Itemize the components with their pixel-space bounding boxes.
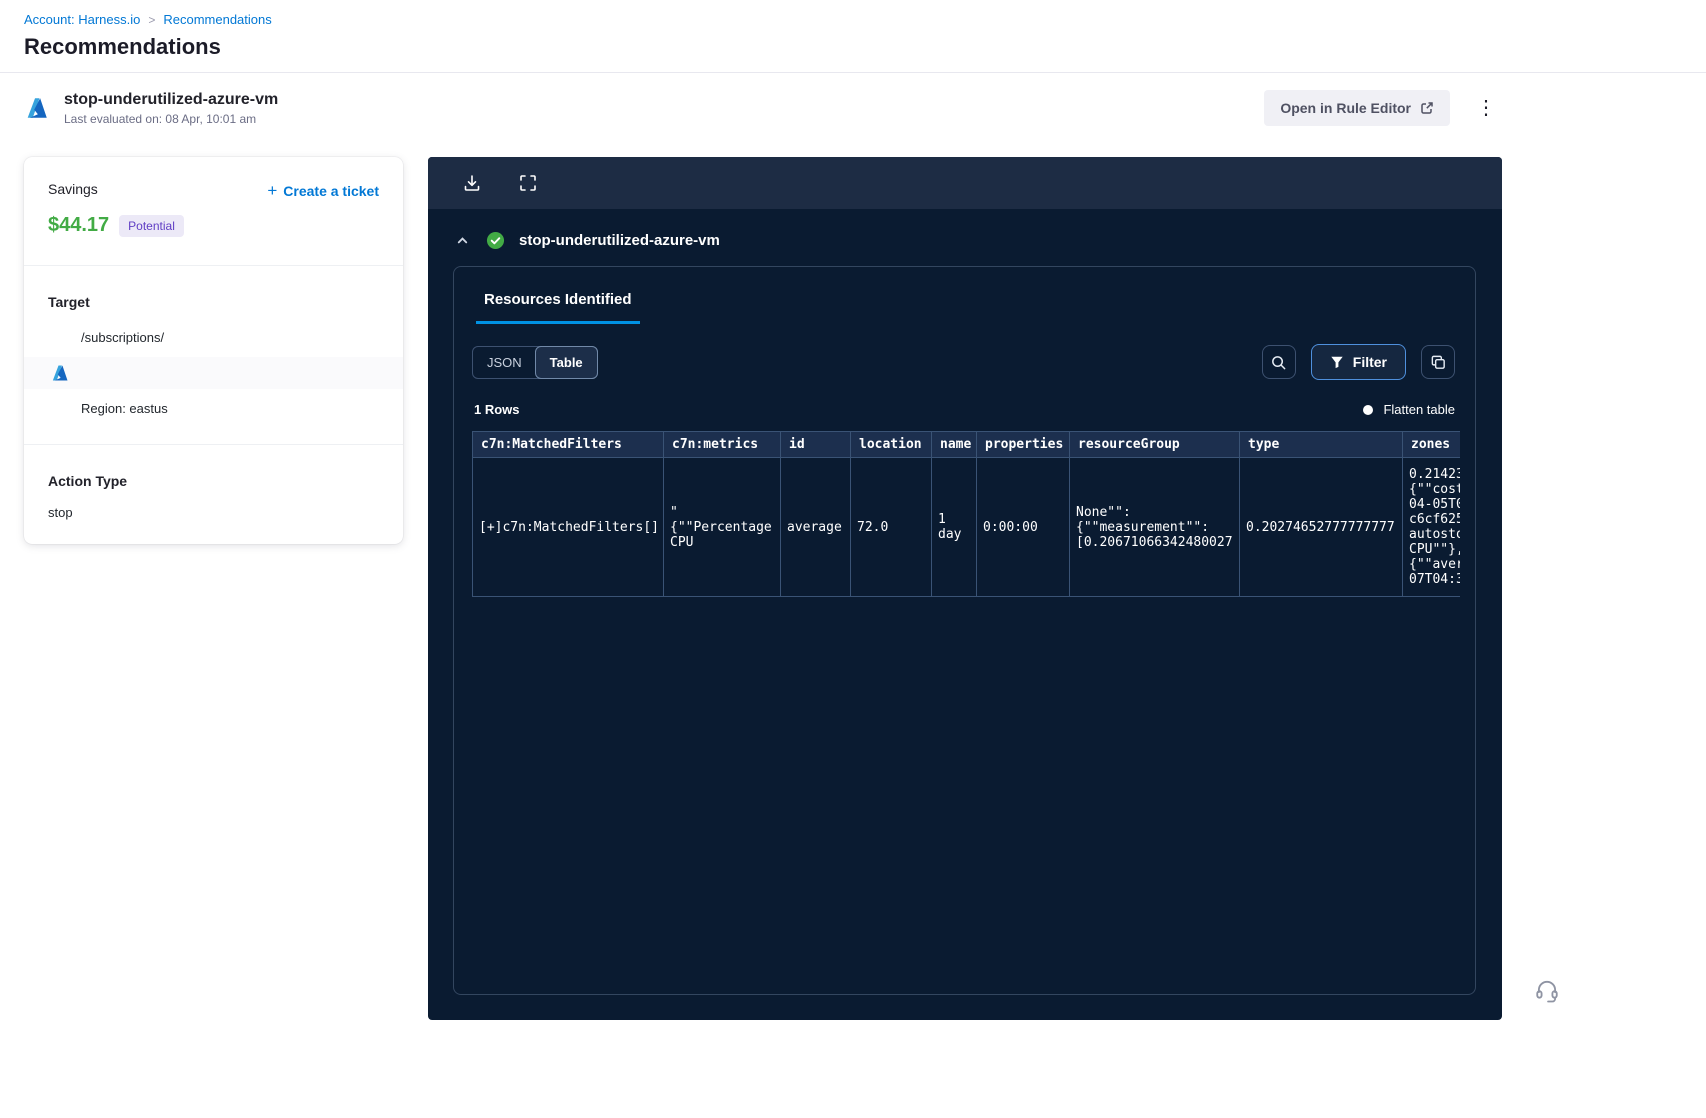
more-options-icon[interactable]: ⋮ xyxy=(1470,96,1502,120)
support-button[interactable] xyxy=(1534,978,1560,1007)
content-area: Savings + Create a ticket $44.17 Potenti… xyxy=(0,143,1706,1020)
tab-resources-identified[interactable]: Resources Identified xyxy=(476,287,640,324)
azure-icon xyxy=(27,98,47,118)
flatten-label: Flatten table xyxy=(1383,402,1455,417)
column-header: location xyxy=(850,431,932,458)
matched-filters-expand-link[interactable]: [+]c7n:MatchedFilters[] xyxy=(472,457,664,597)
savings-label: Savings xyxy=(48,181,98,197)
column-header: resourceGroup xyxy=(1069,431,1240,458)
results-panel: stop-underutilized-azure-vm Resources Id… xyxy=(428,157,1502,1020)
external-link-icon xyxy=(1421,102,1433,114)
open-rule-editor-button[interactable]: Open in Rule Editor xyxy=(1264,90,1450,126)
filter-button[interactable]: Filter xyxy=(1310,344,1406,380)
column-header: zones xyxy=(1402,431,1460,458)
plus-icon: + xyxy=(267,181,278,200)
cell-zones: 0.21423 {""cost 04-05T0 c6cf625 autosto … xyxy=(1402,457,1460,597)
create-ticket-label: Create a ticket xyxy=(283,183,379,199)
collapse-button[interactable] xyxy=(453,231,472,250)
breadcrumb-recommendations-link[interactable]: Recommendations xyxy=(163,12,271,27)
view-toggle: JSON Table xyxy=(472,345,598,379)
headset-support-icon xyxy=(1536,980,1558,1003)
table-meta-row: 1 Rows Flatten table xyxy=(472,402,1457,417)
action-type-label: Action Type xyxy=(48,473,128,489)
open-rule-editor-label: Open in Rule Editor xyxy=(1280,100,1411,116)
column-header: c7n:MatchedFilters xyxy=(472,431,664,458)
cell-location: 72.0 xyxy=(850,457,932,597)
page-title: Recommendations xyxy=(24,34,221,59)
filter-label: Filter xyxy=(1352,354,1387,370)
view-toggle-table[interactable]: Table xyxy=(534,345,598,379)
action-type-value: stop xyxy=(48,505,73,520)
panel-toolbar xyxy=(428,157,1502,209)
breadcrumb-account-link[interactable]: Account: Harness.io xyxy=(24,12,140,27)
card-divider xyxy=(24,265,403,266)
cell-properties: 0:00:00 xyxy=(976,457,1070,597)
fullscreen-button[interactable] xyxy=(516,171,540,195)
recommendation-title: stop-underutilized-azure-vm xyxy=(64,90,279,108)
resources-table: c7n:MatchedFilters c7n:metrics id locati… xyxy=(472,431,1460,597)
cell-metrics: " {""Percentage CPU xyxy=(663,457,781,597)
flatten-toggle[interactable] xyxy=(1363,404,1374,415)
resources-table-wrap: c7n:MatchedFilters c7n:metrics id locati… xyxy=(472,431,1460,597)
flatten-control: Flatten table xyxy=(1363,402,1455,417)
column-header: properties xyxy=(976,431,1070,458)
success-check-icon xyxy=(486,231,505,250)
recommendation-header-text: stop-underutilized-azure-vm Last evaluat… xyxy=(64,91,278,126)
rows-count: 1 Rows xyxy=(474,402,520,417)
download-icon xyxy=(464,175,480,191)
copy-button[interactable] xyxy=(1421,345,1455,379)
cell-name: 1 day xyxy=(931,457,977,597)
column-header: id xyxy=(780,431,851,458)
target-label: Target xyxy=(48,294,90,310)
cell-id: average xyxy=(780,457,851,597)
panel-title: stop-underutilized-azure-vm xyxy=(519,232,720,249)
panel-header: stop-underutilized-azure-vm xyxy=(428,209,1502,250)
create-ticket-button[interactable]: + Create a ticket xyxy=(267,181,379,201)
last-evaluated-text: Last evaluated on: 08 Apr, 10:01 am xyxy=(64,111,257,126)
filter-funnel-icon xyxy=(1331,356,1343,369)
savings-card: Savings + Create a ticket $44.17 Potenti… xyxy=(24,157,403,544)
recommendation-header: stop-underutilized-azure-vm Last evaluat… xyxy=(0,73,1530,143)
target-provider-row xyxy=(24,357,403,389)
savings-amount: $44.17 xyxy=(48,214,110,236)
column-header: c7n:metrics xyxy=(663,431,781,458)
column-header: type xyxy=(1239,431,1403,458)
potential-badge: Potential xyxy=(119,214,184,237)
download-button[interactable] xyxy=(460,171,484,195)
table-header-row: c7n:MatchedFilters c7n:metrics id locati… xyxy=(472,431,1460,458)
fullscreen-icon xyxy=(520,175,536,191)
view-toggle-json[interactable]: JSON xyxy=(473,347,536,378)
search-icon xyxy=(1272,355,1286,369)
search-button[interactable] xyxy=(1261,345,1296,379)
target-path: /subscriptions/ xyxy=(81,330,165,345)
breadcrumb: Account: Harness.io > Recommendations xyxy=(24,12,1682,27)
table-row: [+]c7n:MatchedFilters[] " {""Percentage … xyxy=(472,457,1460,597)
copy-icon xyxy=(1431,355,1445,369)
top-bar: Account: Harness.io > Recommendations Re… xyxy=(0,0,1706,72)
resources-panel: Resources Identified JSON Table Filter 1… xyxy=(453,266,1476,995)
breadcrumb-separator: > xyxy=(148,12,156,27)
column-header: name xyxy=(931,431,977,458)
card-divider xyxy=(24,444,403,445)
cell-resource-group: None"": {""measurement"": [0.20671066342… xyxy=(1069,457,1240,597)
azure-icon xyxy=(52,365,68,381)
chevron-up-icon xyxy=(457,237,468,244)
table-controls: JSON Table Filter xyxy=(472,344,1457,380)
target-region: Region: eastus xyxy=(81,401,168,416)
cell-type: 0.20274652777777777 xyxy=(1239,457,1403,597)
